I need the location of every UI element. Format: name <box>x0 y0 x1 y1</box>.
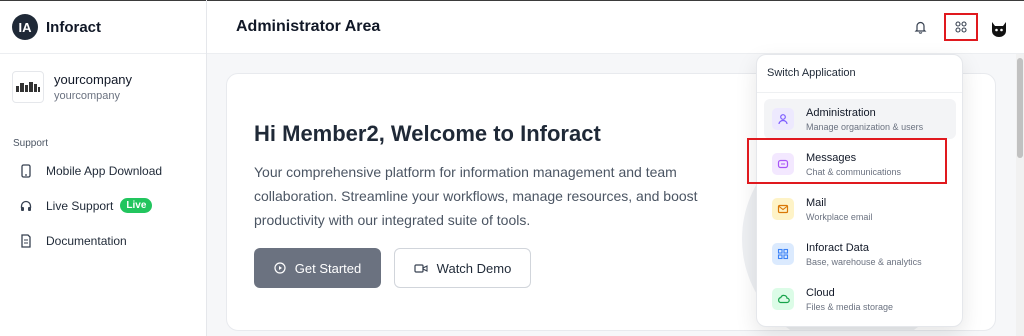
app-desc: Files & media storage <box>806 301 894 312</box>
sidebar-item-label: Mobile App Download <box>46 163 163 178</box>
video-icon <box>414 263 428 273</box>
app-name: Cloud <box>806 286 835 299</box>
watch-demo-label: Watch Demo <box>436 260 512 276</box>
user-icon <box>772 108 794 130</box>
app-item-administration[interactable]: Administration Manage organization & use… <box>764 99 956 139</box>
brand-name: Inforact <box>46 18 102 36</box>
brand-logo: IA <box>12 14 38 40</box>
app-desc: Manage organization & users <box>806 121 924 132</box>
page-scrollbar[interactable] <box>1016 54 1024 336</box>
get-started-label: Get Started <box>294 260 362 276</box>
sidebar-item-label: Live Support <box>46 198 114 213</box>
sidebar-item-live-support[interactable]: Live Support Live <box>0 188 206 223</box>
company-name: yourcompany <box>54 72 133 87</box>
highlight-box <box>747 138 947 184</box>
user-avatar[interactable] <box>986 14 1012 40</box>
welcome-title: Hi Member2, Welcome to Inforact <box>254 121 601 146</box>
company-logo <box>12 71 44 103</box>
page-title: Administrator Area <box>236 18 381 35</box>
app-name: Inforact Data <box>806 241 869 254</box>
app-name: Administration <box>806 106 876 119</box>
apps-grid-icon <box>955 21 967 33</box>
sidebar: IA Inforact yourcompany yourcompany Supp… <box>0 0 207 336</box>
app-name: Mail <box>806 196 827 209</box>
cat-avatar-icon <box>992 22 1006 37</box>
notifications-button[interactable] <box>906 13 934 41</box>
app-desc: Workplace email <box>806 211 873 222</box>
play-circle-icon <box>274 262 286 274</box>
headset-icon <box>20 200 32 211</box>
app-item-inforact-data[interactable]: Inforact Data Base, warehouse & analytic… <box>764 234 956 274</box>
watch-demo-button[interactable]: Watch Demo <box>394 248 531 288</box>
mobile-icon <box>21 163 31 178</box>
document-icon <box>21 233 31 248</box>
cloud-icon <box>772 288 794 310</box>
grid-data-icon <box>772 243 794 265</box>
sidebar-item-documentation[interactable]: Documentation <box>0 223 206 258</box>
mail-icon <box>772 198 794 220</box>
live-badge: Live <box>120 198 153 213</box>
top-header: Administrator Area <box>207 0 1024 54</box>
bell-icon <box>914 21 926 34</box>
section-title-support: Support <box>13 138 49 149</box>
company-sub: yourcompany <box>54 90 121 102</box>
app-switcher-button[interactable] <box>944 13 978 41</box>
app-item-cloud[interactable]: Cloud Files & media storage <box>764 279 956 319</box>
app-desc: Base, warehouse & analytics <box>806 256 922 267</box>
sidebar-item-label: Documentation <box>46 233 127 248</box>
welcome-description: Your comprehensive platform for informat… <box>254 164 698 228</box>
company-switcher[interactable]: yourcompany yourcompany <box>0 54 206 120</box>
switcher-title: Switch Application <box>757 55 962 93</box>
app-item-mail[interactable]: Mail Workplace email <box>764 189 956 229</box>
get-started-button[interactable]: Get Started <box>254 248 381 288</box>
sidebar-item-mobile-app[interactable]: Mobile App Download <box>0 153 206 188</box>
scrollbar-thumb[interactable] <box>1017 58 1023 158</box>
brand[interactable]: IA Inforact <box>0 0 206 54</box>
app-switcher-dropdown: Switch Application Administration Manage… <box>756 54 963 327</box>
